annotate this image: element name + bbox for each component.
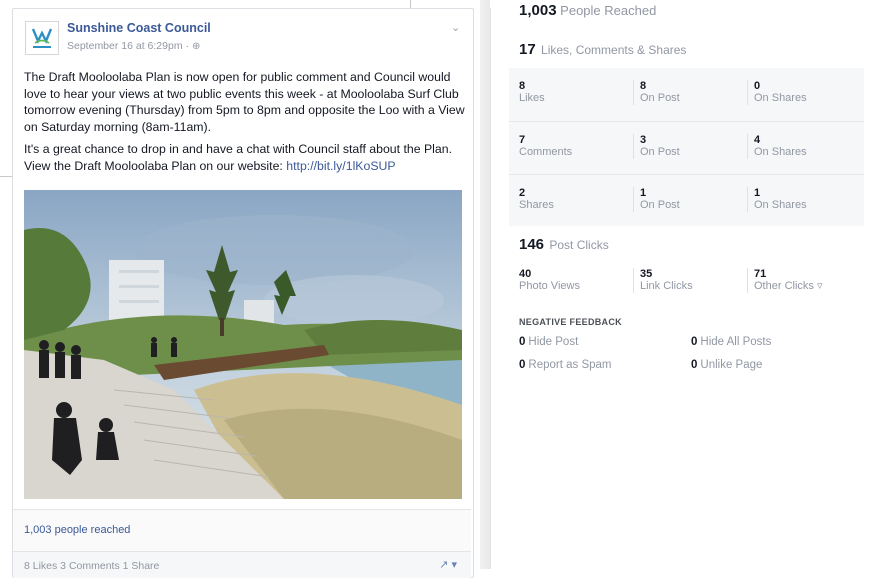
stat-comments-on-post: 3 On Post [633,134,755,159]
post-timestamp-text: September 16 at 6:29pm · [67,40,189,52]
neg-hide-post-number: 0 [519,336,526,348]
post-engagement-counts[interactable]: 8 Likes 3 Comments 1 Share [24,560,159,572]
stat-comments-on-post-label: On Post [640,146,680,158]
post-footer: 8 Likes 3 Comments 1 Share ↗ ▾ [13,551,471,578]
neg-hide-post: 0 Hide Post [519,336,578,348]
stat-shares-on-shares: 1 On Shares [747,187,869,212]
stat-likes-number: 8 [519,80,526,92]
neg-unlike-page-label: Unlike Page [700,359,763,371]
neg-unlike-page-number: 0 [691,359,698,371]
share-icon[interactable]: ↗ ▾ [439,558,457,571]
neg-hide-all-posts-number: 0 [691,336,698,348]
post-link[interactable]: http://bit.ly/1lKoSUP [286,159,395,173]
stat-likes-on-shares-number: 0 [754,80,761,92]
stat-shares: 2 Shares [519,187,634,212]
post-photo[interactable] [24,190,462,499]
stat-photo-views-label: Photo Views [519,280,580,292]
artist-impression-image [24,190,462,499]
page-avatar[interactable] [25,21,59,55]
post-paragraph-2: It's a great chance to drop in and have … [24,141,466,174]
stat-shares-label: Shares [519,199,554,211]
people-reached-number: 1,003 [519,2,557,19]
info-icon[interactable]: ▿ [817,280,823,292]
connector-line-left [0,176,12,177]
post-header: Sunshine Coast Council September 16 at 6… [25,19,461,59]
stat-other-clicks-text: Other Clicks [754,280,814,292]
neg-report-spam: 0 Report as Spam [519,359,612,371]
stat-likes-on-shares: 0 On Shares [747,80,869,105]
engagement-stats-box: 8 Likes 8 On Post 0 On Shares 7 Comments… [509,68,864,226]
neg-unlike-page: 0 Unlike Page [691,359,762,371]
stat-shares-on-post: 1 On Post [633,187,755,212]
stat-shares-number: 2 [519,187,526,199]
panel-divider [480,0,490,569]
neg-report-spam-number: 0 [519,359,526,371]
stat-other-clicks-number: 71 [754,268,767,280]
stat-likes: 8 Likes [519,80,634,105]
stat-shares-on-post-label: On Post [640,199,680,211]
stat-comments-on-shares-number: 4 [754,134,761,146]
post-reach-bar: 1,003 people reached [13,509,471,552]
negative-feedback-title: NEGATIVE FEEDBACK [519,317,622,327]
post-body: The Draft Mooloolaba Plan is now open fo… [24,69,466,181]
people-reached: 1,003 People Reached [519,2,656,19]
stat-likes-on-post: 8 On Post [633,80,755,105]
post-paragraph-1: The Draft Mooloolaba Plan is now open fo… [24,70,465,134]
council-logo-icon [31,28,53,48]
post-clicks-title: 146 Post Clicks [519,236,609,253]
post-clicks-label: Post Clicks [549,238,609,252]
stat-link-clicks-label: Link Clicks [640,280,693,292]
post-timestamp[interactable]: September 16 at 6:29pm · ⊕ [67,40,200,52]
stat-comments-on-shares: 4 On Shares [747,134,869,159]
neg-hide-post-label: Hide Post [528,336,579,348]
people-reached-label: People Reached [560,3,657,18]
stat-comments: 7 Comments [519,134,634,159]
stat-link-clicks: 35 Link Clicks [633,268,755,293]
stats-row-comments: 7 Comments 3 On Post 4 On Shares [509,121,864,174]
stat-likes-label: Likes [519,92,545,104]
stat-comments-label: Comments [519,146,573,158]
stat-comments-on-post-number: 3 [640,134,647,146]
neg-hide-all-posts-label: Hide All Posts [700,336,772,348]
stat-other-clicks: 71 Other Clicks ▿ [747,268,869,293]
stats-row-likes: 8 Likes 8 On Post 0 On Shares [509,68,864,120]
stat-other-clicks-label: Other Clicks ▿ [754,280,869,293]
stat-comments-number: 7 [519,134,526,146]
globe-icon: ⊕ [192,41,201,52]
neg-report-spam-label: Report as Spam [528,359,612,371]
engagement-number: 17 [519,41,536,58]
stat-shares-on-shares-label: On Shares [754,199,807,211]
stat-photo-views: 40 Photo Views [519,268,634,293]
stats-row-shares: 2 Shares 1 On Post 1 On Shares [509,174,864,227]
page-name-link[interactable]: Sunshine Coast Council [67,21,211,35]
insights-panel: 1,003 People Reached 17 Likes, Comments … [490,2,875,569]
chevron-down-icon[interactable]: ⌄ [451,21,461,34]
stat-photo-views-number: 40 [519,268,532,280]
stat-link-clicks-number: 35 [640,268,653,280]
stat-shares-on-post-number: 1 [640,187,647,199]
stat-likes-on-post-number: 8 [640,80,647,92]
stat-likes-on-post-label: On Post [640,92,680,104]
post-reach-link[interactable]: 1,003 people reached [24,524,130,536]
engagement-label: Likes, Comments & Shares [541,43,687,57]
neg-hide-all-posts: 0 Hide All Posts [691,336,771,348]
engagement-title: 17 Likes, Comments & Shares [519,41,686,58]
post-clicks-number: 146 [519,236,545,253]
post-clicks-breakdown: 40 Photo Views 35 Link Clicks 71 Other C… [519,268,864,298]
stat-likes-on-shares-label: On Shares [754,92,807,104]
facebook-post: Sunshine Coast Council September 16 at 6… [12,8,474,578]
stat-shares-on-shares-number: 1 [754,187,761,199]
stat-comments-on-shares-label: On Shares [754,146,807,158]
